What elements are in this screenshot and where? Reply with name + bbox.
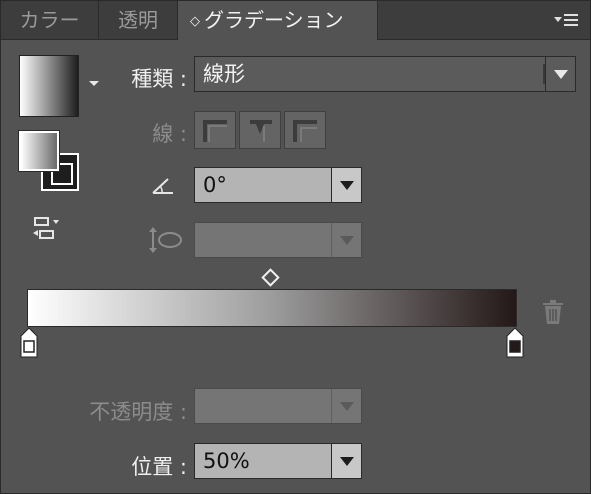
stroke-along-button (239, 111, 281, 149)
angle-icon (152, 178, 173, 194)
tab-expand-arrows-icon: ◇ (190, 14, 200, 29)
panel-menu-caret-icon (554, 17, 562, 22)
panel-menu-line (564, 24, 578, 26)
gradient-slider[interactable] (27, 289, 517, 327)
location-label: 位置 : (131, 455, 187, 479)
chevron-down-icon[interactable] (545, 57, 575, 91)
gradient-stop-right[interactable] (505, 327, 525, 359)
aspect-ratio-field (194, 222, 362, 258)
angle-value[interactable]: 0° (203, 168, 227, 202)
angle-field[interactable]: 0° (194, 167, 362, 203)
stroke-within-button (194, 111, 236, 149)
gradient-preview-swatch[interactable] (19, 55, 79, 117)
location-value[interactable]: 50% (203, 444, 250, 478)
type-label: 種類 : (131, 67, 187, 91)
chevron-down-icon[interactable] (331, 444, 361, 478)
chevron-down-icon[interactable] (331, 168, 361, 202)
stroke-within-icon (203, 120, 227, 142)
fill-swatch[interactable] (19, 131, 59, 171)
reverse-gradient-icon[interactable] (31, 216, 65, 244)
location-field[interactable]: 50% (194, 443, 362, 479)
gradient-panel: カラー 透明 ◇ グラデーション 種類 : 線形 線 : 0° 不透明度: 位… (0, 0, 591, 494)
panel-menu-icon (564, 14, 578, 16)
opacity-field (194, 388, 362, 424)
trash-icon[interactable] (542, 299, 564, 325)
chevron-down-icon (331, 223, 361, 257)
opacity-label: 不透明度 : (89, 400, 187, 424)
tab-bar: カラー 透明 ◇ グラデーション (1, 1, 590, 40)
stroke-across-button (284, 111, 326, 149)
gradient-midpoint-diamond[interactable] (261, 268, 280, 287)
chevron-down-icon (331, 389, 361, 423)
gradient-type-value: 線形 (203, 62, 245, 86)
stroke-along-icon (250, 120, 272, 142)
tab-gradient[interactable]: ◇ グラデーション (178, 1, 378, 40)
gradient-stop-left[interactable] (19, 327, 39, 359)
panel-menu-line (564, 19, 578, 21)
gradient-type-dropdown[interactable]: 線形 (194, 56, 576, 92)
stroke-across-icon (293, 120, 317, 142)
panel-menu-button[interactable] (554, 11, 580, 29)
gradient-swatch-dropdown-icon[interactable] (89, 81, 99, 86)
tab-color[interactable]: カラー (1, 1, 99, 39)
stroke-label: 線 : (152, 122, 187, 146)
aspect-ratio-icon (149, 227, 182, 253)
tab-transparency[interactable]: 透明 (99, 1, 178, 39)
